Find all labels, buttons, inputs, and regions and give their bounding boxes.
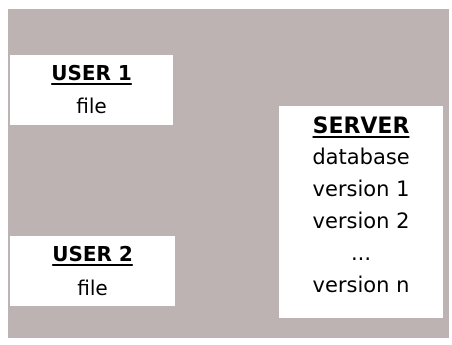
user-2-box: USER 2 file (10, 236, 175, 306)
server-version-1-label: version 1 (312, 177, 410, 201)
user-2-file-label: file (77, 276, 108, 300)
user-1-file-label: file (76, 94, 107, 118)
user-2-title: USER 2 (52, 242, 133, 266)
user-1-box: USER 1 file (10, 55, 173, 125)
server-ellipsis-label: ... (350, 241, 372, 265)
server-version-2-label: version 2 (312, 209, 410, 233)
diagram-canvas: USER 1 file USER 2 file SERVER database … (8, 9, 449, 338)
server-box: SERVER database version 1 version 2 ... … (279, 106, 443, 318)
server-version-n-label: version n (312, 273, 410, 297)
server-database-label: database (312, 145, 410, 169)
server-title: SERVER (312, 114, 410, 139)
user-1-title: USER 1 (51, 61, 132, 85)
